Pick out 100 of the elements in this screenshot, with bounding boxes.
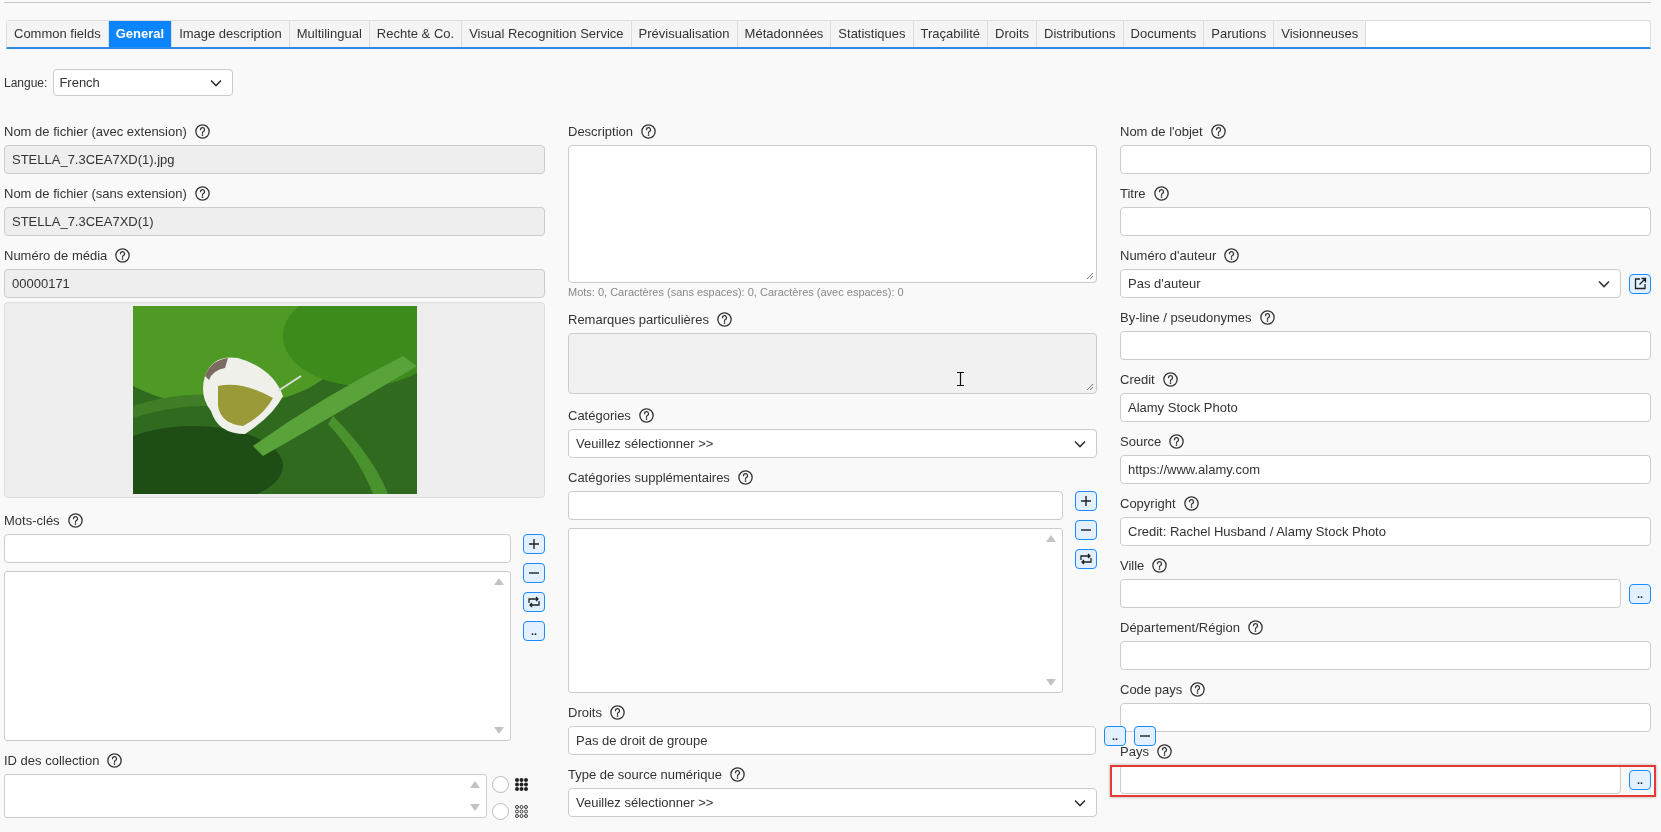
help-icon[interactable] [1156, 743, 1172, 759]
dropdown[interactable]: Pas d'auteur [1120, 269, 1621, 298]
scroll-down-icon [1046, 679, 1056, 686]
character-count: Mots: 0, Caractères (sans espaces): 0, Caractères (avec espaces): 0 [568, 285, 905, 300]
text-field[interactable]: Credit: Rachel Husband / Alamy Stock Photo [1120, 517, 1651, 546]
field-label: Numéro de média [4, 247, 108, 263]
tab[interactable]: Traçabilité [913, 21, 989, 47]
external-link-icon [1633, 276, 1647, 291]
dropdown[interactable]: Veuillez sélectionner >> [568, 429, 1097, 458]
field-label: Titre [1120, 185, 1146, 201]
text-field[interactable]: Pas de droit de groupe [568, 726, 1096, 755]
more-button[interactable]: .. [1629, 583, 1651, 604]
text-field[interactable] [1120, 145, 1651, 174]
help-icon[interactable] [1152, 557, 1168, 573]
help-icon[interactable] [1162, 371, 1178, 387]
help-icon[interactable] [1210, 123, 1226, 139]
help-icon[interactable] [115, 247, 131, 263]
scroll-up-icon [1046, 535, 1056, 542]
help-icon[interactable] [1190, 681, 1206, 697]
scroll-down-icon [494, 727, 504, 734]
scroll-up-icon [470, 781, 480, 788]
field-label: Remarques particulières [568, 311, 709, 327]
remove-button[interactable] [1075, 520, 1097, 540]
tab[interactable]: Statistiques [831, 21, 914, 47]
tab[interactable]: Prévisualisation [631, 21, 738, 47]
tab[interactable]: Image description [172, 21, 290, 47]
tab[interactable]: Droits [988, 21, 1037, 47]
tab[interactable]: Visionneuses [1274, 21, 1367, 47]
field-label: Nom de fichier (avec extension) [4, 123, 187, 139]
text-field[interactable]: Alamy Stock Photo [1120, 393, 1651, 422]
help-icon[interactable] [1224, 247, 1240, 263]
text-field[interactable] [1120, 641, 1651, 670]
language-select[interactable]: French [53, 69, 234, 96]
field-label: Credit [1120, 371, 1155, 387]
help-icon[interactable] [737, 469, 753, 485]
text-field[interactable] [568, 491, 1063, 520]
text-field[interactable]: https://www.alamy.com [1120, 455, 1651, 484]
help-icon[interactable] [1169, 433, 1185, 449]
help-icon[interactable] [609, 704, 625, 720]
more-button[interactable]: .. [1104, 726, 1126, 746]
help-icon[interactable] [194, 123, 210, 139]
field-label: Source [1120, 433, 1162, 449]
help-icon[interactable] [729, 766, 745, 782]
tab[interactable]: Common fields [7, 21, 109, 47]
help-icon[interactable] [1259, 309, 1275, 325]
help-icon[interactable] [641, 123, 657, 139]
more-button[interactable]: .. [523, 621, 545, 641]
tab[interactable]: Visual Recognition Service [462, 21, 632, 47]
remove-button[interactable] [523, 563, 545, 583]
dropdown[interactable]: Veuillez sélectionner >> [568, 788, 1097, 817]
field-label: Catégories supplémentaires [568, 469, 730, 485]
tab[interactable]: Documents [1123, 21, 1205, 47]
more-button[interactable]: .. [1629, 769, 1651, 790]
grid-icon [515, 805, 528, 818]
text-field[interactable] [1120, 703, 1651, 732]
radio-button[interactable] [492, 776, 509, 793]
help-icon[interactable] [1183, 495, 1199, 511]
tab[interactable]: Distributions [1037, 21, 1124, 47]
text-field[interactable] [1120, 331, 1651, 360]
chevron-down-icon [210, 78, 223, 87]
chevron-down-icon [1074, 439, 1086, 448]
scroll-up-icon [494, 578, 504, 585]
field-label: Description [568, 123, 634, 139]
field-label: Code pays [1120, 681, 1183, 697]
help-icon[interactable] [1247, 619, 1263, 635]
text-field[interactable]: 00000171 [4, 269, 545, 298]
swap-button[interactable] [1075, 549, 1097, 569]
swap-arrows-icon [1079, 553, 1093, 565]
text-field[interactable]: STELLA_7.3CEA7XD(1) [4, 207, 545, 236]
add-button[interactable] [523, 534, 545, 554]
field-label: Copyright [1120, 495, 1176, 511]
field-label: Nom de fichier (sans extension) [4, 185, 187, 201]
chevron-down-icon [1598, 279, 1610, 288]
help-icon[interactable] [194, 185, 210, 201]
text-field[interactable] [4, 534, 511, 563]
tab[interactable]: Multilingual [289, 21, 370, 47]
field-label: Pays [1120, 743, 1149, 759]
radio-button[interactable] [492, 803, 509, 820]
swap-button[interactable] [523, 592, 545, 612]
text-field[interactable]: STELLA_7.3CEA7XD(1).jpg [4, 145, 545, 174]
plus-icon [1080, 495, 1092, 507]
text-field[interactable] [1120, 579, 1621, 608]
remove-button[interactable] [1134, 726, 1156, 746]
scroll-down-icon [470, 804, 480, 811]
help-icon[interactable] [638, 407, 654, 423]
language-label: Langue: [4, 75, 48, 90]
tab[interactable]: Parutions [1204, 21, 1275, 47]
field-label: Droits [568, 704, 602, 720]
help-icon[interactable] [107, 752, 123, 768]
tab[interactable]: General [108, 21, 173, 47]
tab[interactable]: Rechte & Co. [369, 21, 463, 47]
text-field[interactable] [1120, 765, 1621, 794]
open-external-button[interactable] [1629, 273, 1651, 294]
field-label: Type de source numérique [568, 766, 722, 782]
help-icon[interactable] [1153, 185, 1169, 201]
add-button[interactable] [1075, 491, 1097, 511]
help-icon[interactable] [716, 311, 732, 327]
help-icon[interactable] [67, 512, 83, 528]
text-field[interactable] [1120, 207, 1651, 236]
tab[interactable]: Métadonnées [737, 21, 832, 47]
